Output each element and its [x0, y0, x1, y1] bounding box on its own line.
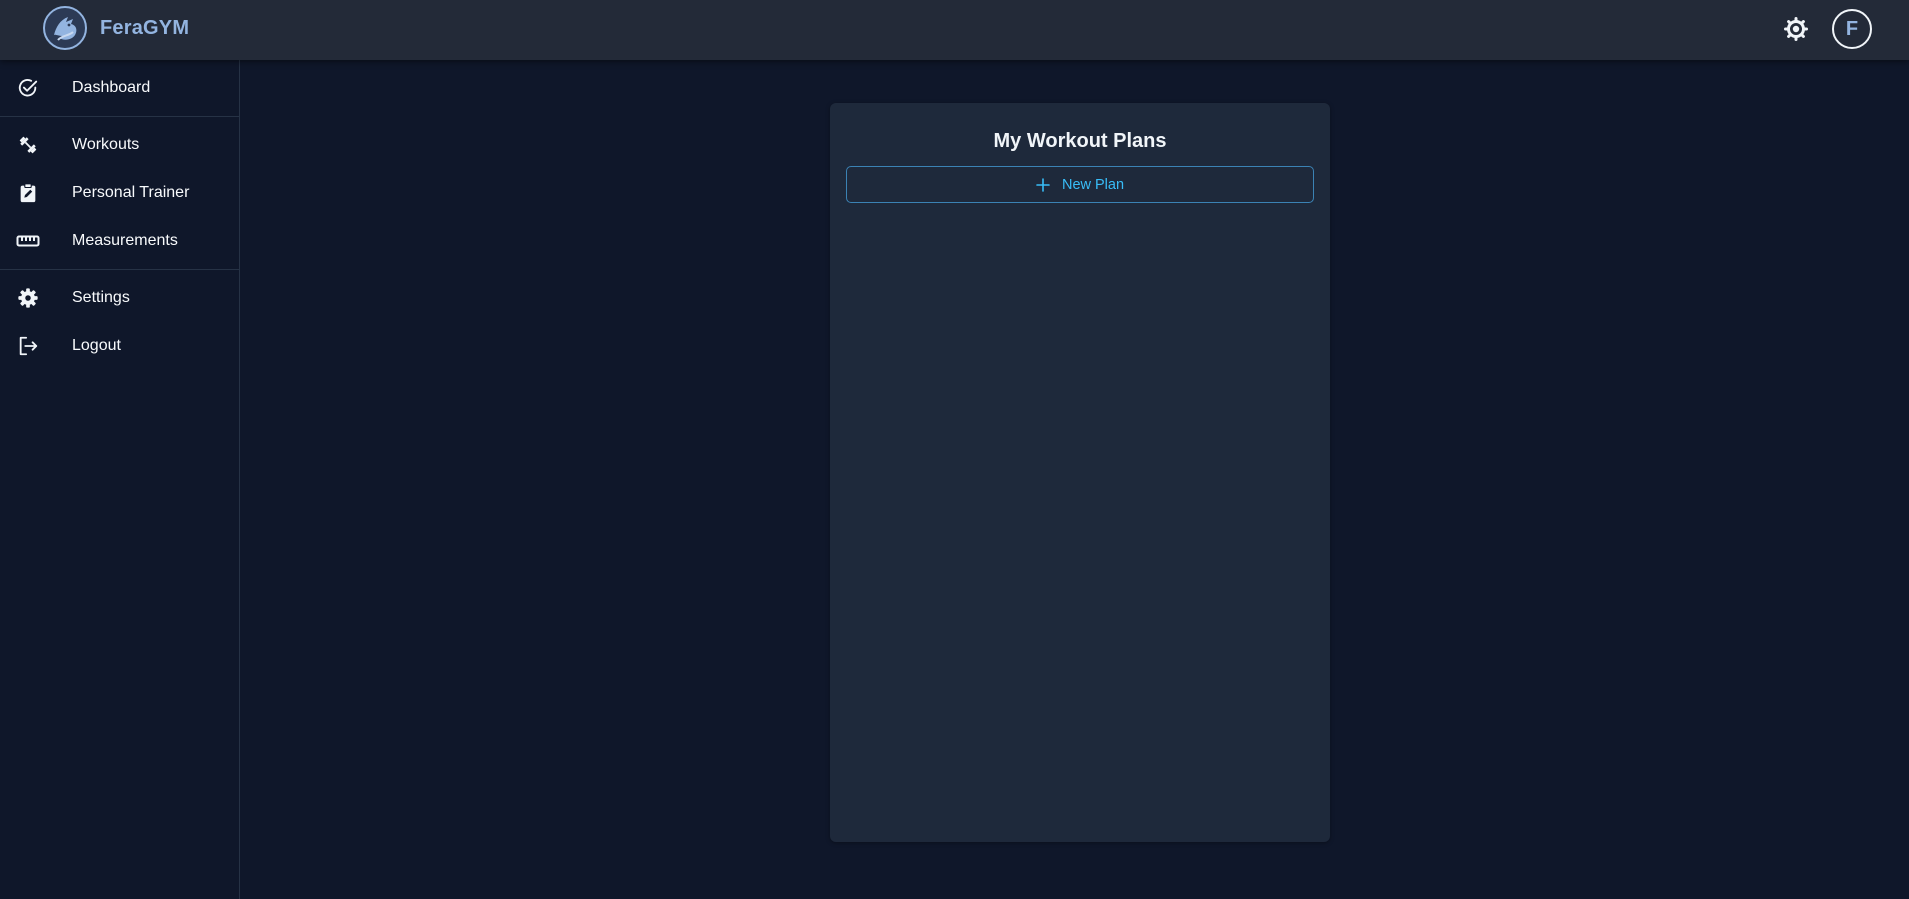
sidebar-item-label: Logout [72, 337, 121, 354]
plus-icon [1036, 177, 1050, 192]
wolf-logo-icon [43, 6, 87, 50]
sun-icon [1784, 17, 1808, 41]
dumbbell-icon [16, 133, 40, 157]
sidebar-nav: Dashboard Workouts Personal Trainer Meas… [0, 60, 240, 899]
new-plan-button[interactable]: New Plan [846, 166, 1314, 203]
brand-name: FeraGYM [100, 16, 190, 39]
workout-plans-card: My Workout Plans New Plan [830, 103, 1330, 842]
avatar-initial: F [1845, 17, 1859, 40]
user-avatar-button[interactable]: F [1832, 9, 1872, 49]
sidebar-item-label: Settings [72, 289, 130, 306]
check-circle-icon [16, 76, 40, 100]
sidebar-item-settings[interactable]: Settings [0, 274, 239, 322]
ruler-icon [16, 229, 40, 253]
sidebar-item-label: Measurements [72, 232, 178, 249]
sidebar-item-personal-trainer[interactable]: Personal Trainer [0, 169, 239, 217]
logout-icon [16, 334, 40, 358]
top-app-bar: FeraGYM F [0, 0, 1909, 60]
gear-icon [16, 286, 40, 310]
clipboard-edit-icon [16, 181, 40, 205]
brand[interactable]: FeraGYM [42, 5, 189, 51]
sidebar-item-measurements[interactable]: Measurements [0, 217, 239, 265]
nav-group-training: Workouts Personal Trainer Measurements [0, 117, 239, 269]
sidebar-item-label: Personal Trainer [72, 184, 190, 201]
theme-toggle-button[interactable] [1782, 15, 1810, 43]
main-content: My Workout Plans New Plan [240, 60, 1909, 899]
sidebar-item-dashboard[interactable]: Dashboard [0, 64, 239, 112]
page-title: My Workout Plans [993, 130, 1167, 152]
sidebar-item-label: Workouts [72, 136, 140, 153]
sidebar-item-label: Dashboard [72, 79, 151, 96]
sidebar-item-logout[interactable]: Logout [0, 322, 239, 370]
sidebar-item-workouts[interactable]: Workouts [0, 121, 239, 169]
nav-group-account: Settings Logout [0, 270, 239, 374]
new-plan-label: New Plan [1061, 176, 1125, 193]
nav-group-main: Dashboard [0, 60, 239, 116]
